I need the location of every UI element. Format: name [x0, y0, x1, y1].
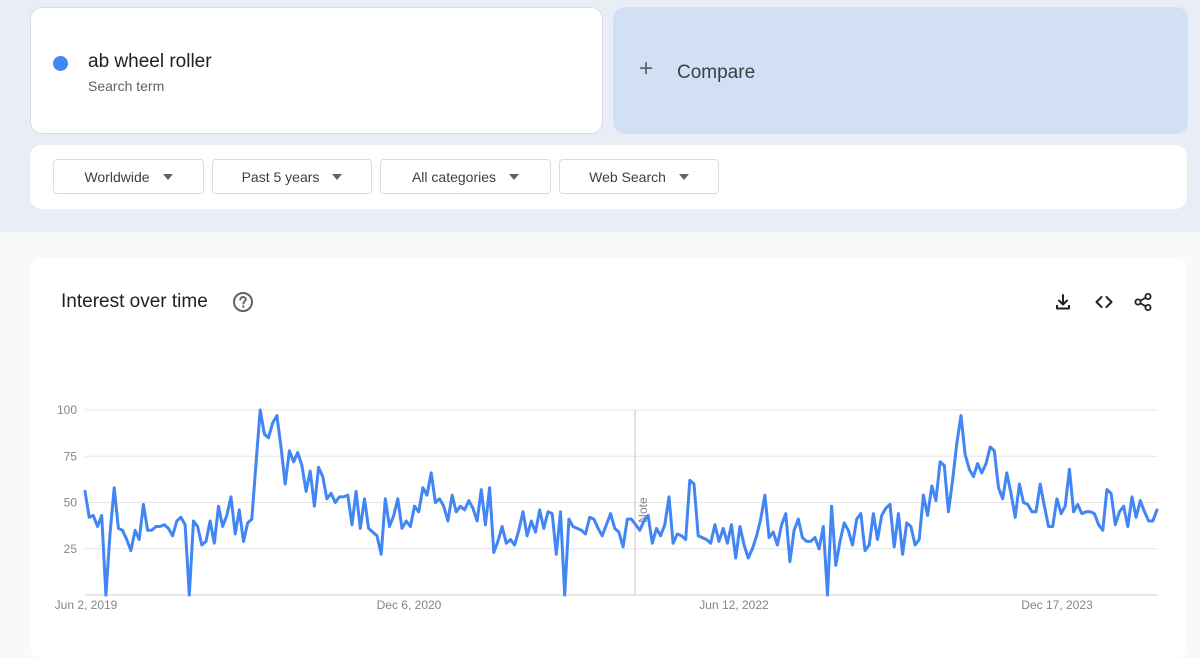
y-tick-label: 25 [64, 542, 78, 556]
x-tick-label: Dec 6, 2020 [377, 598, 442, 612]
x-tick-label: Dec 17, 2023 [1021, 598, 1093, 612]
x-tick-label: Jun 12, 2022 [699, 598, 769, 612]
note-marker[interactable]: Note [634, 410, 650, 595]
y-axis-tick-labels: 100 75 50 25 [57, 403, 77, 556]
chart-gridlines [85, 409, 1157, 596]
x-tick-label: Jun 2, 2019 [55, 598, 118, 612]
y-tick-label: 50 [64, 496, 78, 510]
y-tick-label: 75 [64, 449, 78, 463]
interest-line-chart: 100 75 50 25 Jun 2, 2019 Dec 6, 2020 Jun 12, … [55, 403, 1159, 612]
y-tick-label: 100 [57, 403, 77, 417]
x-axis-tick-labels: Jun 2, 2019 Dec 6, 2020 Jun 12, 2022 Dec 17… [55, 598, 1093, 612]
